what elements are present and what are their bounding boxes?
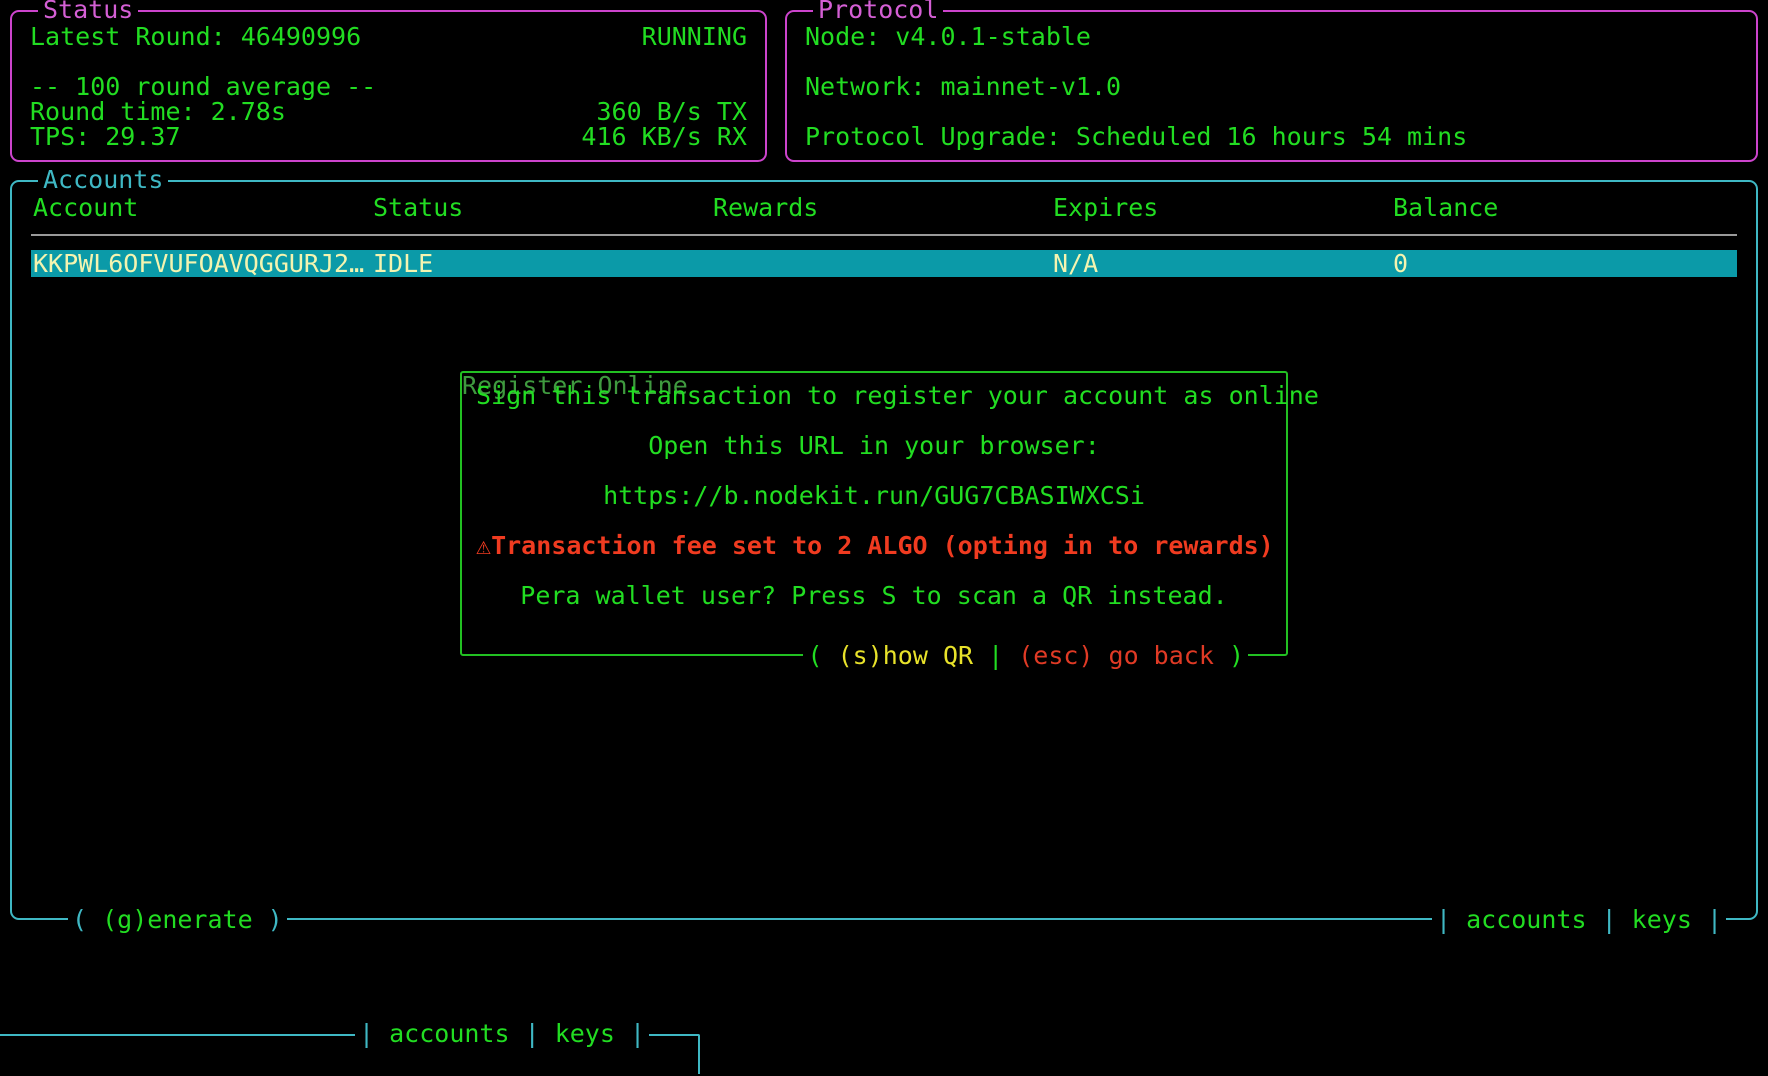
cell-expires: N/A [1053,250,1393,277]
footer-separator: | [973,641,1018,670]
tx-rate-text: 360 B/s TX [596,99,747,124]
registration-url[interactable]: https://b.nodekit.run/GUG7CBASIWXCSi [476,483,1272,508]
register-online-dialog: Register Online Sign this transaction to… [460,371,1288,656]
status-tps-row: TPS: 29.37 416 KB/s RX [30,124,747,149]
status-panel: Status Latest Round: 46490996 RUNNING --… [10,10,767,162]
cell-account: KKPWL6OFVUFOAVQGGURJ2… [33,250,373,277]
outer-tab-keys[interactable]: keys [555,1019,615,1048]
outer-bottom-tabs: | accounts | keys | [355,1020,649,1048]
accounts-row-list: KKPWL6OFVUFOAVQGGURJ2… IDLE N/A 0 [12,250,1756,277]
generate-close-paren: ) [253,905,283,934]
register-dialog-footer: ( (s)how QR | (esc) go back ) [803,642,1248,670]
accounts-panel-tabs: | accounts | keys | [1432,906,1726,934]
column-header-status: Status [373,195,713,220]
column-header-expires: Expires [1053,195,1393,220]
register-dialog-body: Sign this transaction to register your a… [462,373,1286,654]
column-header-account: Account [33,195,373,220]
tabs-left-bar: | [1436,905,1466,934]
node-state-badge: RUNNING [642,24,747,49]
protocol-panel-body: Node: v4.0.1-stable Network: mainnet-v1.… [787,12,1756,160]
cell-status: IDLE [373,250,713,277]
tabs-right-bar: | [1692,905,1722,934]
status-panel-body: Latest Round: 46490996 RUNNING -- 100 ro… [12,12,765,160]
status-average-header: -- 100 round average -- [30,74,747,99]
outer-bottom-bar: | accounts | keys | [0,1034,700,1074]
go-back-button[interactable]: (esc) go back [1018,641,1214,670]
tabs-separator: | [1587,905,1632,934]
cell-balance: 0 [1393,250,1737,277]
rx-rate-text: 416 KB/s RX [581,124,747,149]
round-time-text: Round time: 2.78s [30,99,286,124]
outer-tab-accounts[interactable]: accounts [389,1019,509,1048]
protocol-upgrade-text: Protocol Upgrade: Scheduled 16 hours 54 … [805,124,1738,149]
outer-tabs-right-bar: | [615,1019,645,1048]
header-divider [31,234,1737,236]
generate-label-text: (g)enerate [102,905,253,934]
warning-triangle-icon: ⚠ [476,531,491,560]
footer-open-paren: ( [807,641,837,670]
table-row[interactable]: KKPWL6OFVUFOAVQGGURJ2… IDLE N/A 0 [31,250,1737,277]
status-roundtime-row: Round time: 2.78s 360 B/s TX [30,99,747,124]
cell-rewards [713,250,1053,277]
open-url-label: Open this URL in your browser: [476,433,1272,458]
accounts-table-header: Account Status Rewards Expires Balance [12,195,1756,220]
outer-tabs-left-bar: | [359,1019,389,1048]
generate-button[interactable]: ( (g)enerate ) [68,906,287,934]
protocol-panel: Protocol Node: v4.0.1-stable Network: ma… [785,10,1758,162]
tab-accounts[interactable]: accounts [1466,905,1586,934]
tps-text: TPS: 29.37 [30,124,181,149]
generate-open-paren: ( [72,905,102,934]
column-header-balance: Balance [1393,195,1756,220]
pera-wallet-hint: Pera wallet user? Press S to scan a QR i… [476,583,1272,608]
show-qr-button[interactable]: (s)how QR [838,641,973,670]
warning-text: Transaction fee set to 2 ALGO (opting in… [491,531,1274,560]
register-instruction-text: Sign this transaction to register your a… [476,383,1272,408]
latest-round-text: Latest Round: 46490996 [30,24,361,49]
outer-tabs-separator: | [510,1019,555,1048]
footer-close-paren: ) [1214,641,1244,670]
transaction-fee-warning: ⚠Transaction fee set to 2 ALGO (opting i… [476,533,1272,558]
column-header-rewards: Rewards [713,195,1053,220]
node-version-text: Node: v4.0.1-stable [805,24,1738,49]
tab-keys[interactable]: keys [1632,905,1692,934]
status-round-row: Latest Round: 46490996 RUNNING [30,24,747,49]
network-text: Network: mainnet-v1.0 [805,74,1738,99]
